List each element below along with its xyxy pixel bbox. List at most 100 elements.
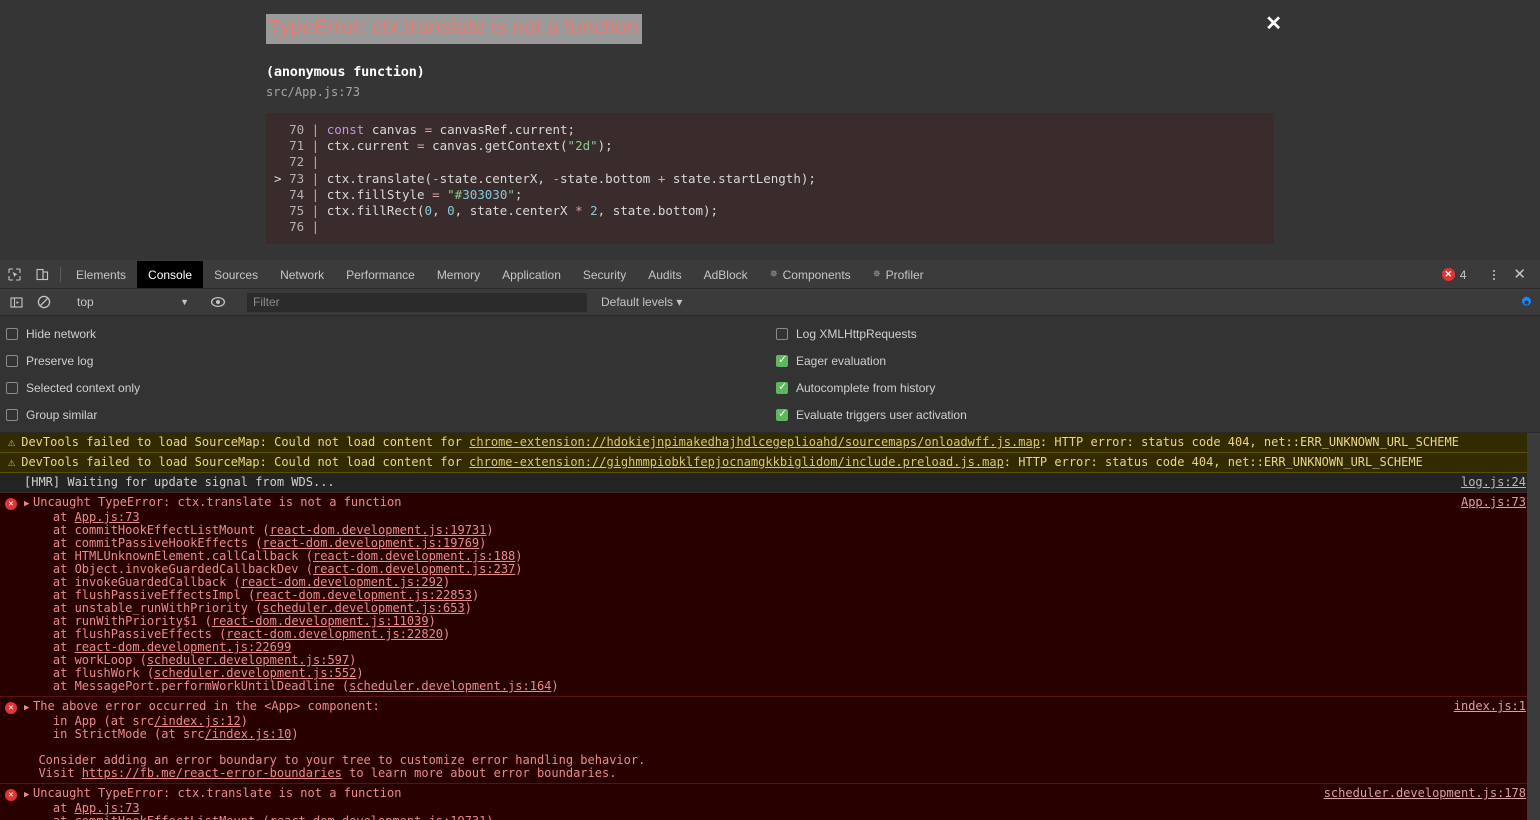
tab-label: Profiler <box>885 267 924 282</box>
setting-eager-evaluation[interactable]: Eager evaluation <box>776 354 967 368</box>
setting-group-similar[interactable]: Group similar <box>6 408 776 422</box>
source-link[interactable]: chrome-extension://hdokiejnpimakedhajhdl… <box>469 435 1040 449</box>
tab-profiler[interactable]: ✵ Profiler <box>862 261 935 288</box>
error-count-badge[interactable]: ✕ 4 <box>1436 268 1473 282</box>
setting-label: Eager evaluation <box>796 354 887 368</box>
source-link[interactable]: react-dom.development.js:19731 <box>270 814 487 820</box>
tab-components[interactable]: ✵ Components <box>759 261 862 288</box>
checkbox-icon[interactable] <box>6 328 18 340</box>
source-link[interactable]: scheduler.development.js:552 <box>154 666 356 680</box>
console-scrollbar[interactable] <box>1527 433 1540 820</box>
source-link[interactable]: react-dom.development.js:188 <box>313 549 515 563</box>
source-link[interactable]: https://fb.me/react-error-boundaries <box>82 766 342 780</box>
tab-application[interactable]: Application <box>491 261 572 288</box>
execution-context-select[interactable]: top ▼ <box>67 295 195 309</box>
live-expression-eye-icon[interactable] <box>204 295 232 309</box>
console-message-warn[interactable]: ⚠ DevTools failed to load SourceMap: Coul… <box>0 433 1540 453</box>
source-link[interactable]: react-dom.development.js:22820 <box>226 627 443 641</box>
warning-icon: ⚠ <box>8 435 16 449</box>
source-link[interactable]: /index.js:10 <box>205 727 292 741</box>
source-link[interactable]: react-dom.development.js:237 <box>313 562 515 576</box>
tab-elements[interactable]: Elements <box>65 261 137 288</box>
checkbox-icon[interactable] <box>776 381 788 394</box>
devtools-window: TypeError: ctx.translate is not a functi… <box>0 0 1540 820</box>
tab-sources[interactable]: Sources <box>203 261 269 288</box>
checkbox-icon[interactable] <box>776 408 788 421</box>
source-link[interactable]: react-dom.development.js:19731 <box>270 523 487 537</box>
console-message-error[interactable]: ✕ ▶ Uncaught TypeError: ctx.translate is n… <box>0 784 1540 820</box>
setting-label: Log XMLHttpRequests <box>796 327 917 341</box>
tab-label: Audits <box>648 267 682 282</box>
setting-hide-network[interactable]: Hide network <box>6 327 776 341</box>
source-link[interactable]: react-dom.development.js:11039 <box>212 614 429 628</box>
overlay-frame-location: src/App.js:73 <box>266 85 360 99</box>
console-settings-gear-icon[interactable] <box>1519 295 1534 310</box>
setting-autocomplete-from-history[interactable]: Autocomplete from history <box>776 381 967 395</box>
setting-label: Autocomplete from history <box>796 381 936 395</box>
console-sidebar-icon[interactable] <box>2 296 30 309</box>
checkbox-icon[interactable] <box>776 328 788 340</box>
message-source-link[interactable]: App.js:73 <box>1461 496 1526 509</box>
message-source-link[interactable]: log.js:24 <box>1461 476 1526 489</box>
setting-evaluate-triggers-user-activation[interactable]: Evaluate triggers user activation <box>776 408 967 422</box>
overlay-code-line: 70 | const canvas = canvasRef.current; <box>289 122 576 137</box>
more-options-icon[interactable] <box>1485 269 1503 280</box>
console-message-error[interactable]: ✕ ▶ The above error occurred in the <App> … <box>0 697 1540 784</box>
source-link[interactable]: react-dom.development.js:292 <box>241 575 443 589</box>
overlay-error-title: TypeError: ctx.translate is not a functi… <box>266 14 643 44</box>
source-link[interactable]: scheduler.development.js:164 <box>349 679 551 693</box>
setting-preserve-log[interactable]: Preserve log <box>6 354 776 368</box>
tab-security[interactable]: Security <box>572 261 637 288</box>
devtools-close-icon[interactable]: ✕ <box>1505 267 1534 282</box>
checkbox-icon[interactable] <box>6 382 18 394</box>
message-source-link[interactable]: scheduler.development.js:178 <box>1324 787 1526 800</box>
source-link[interactable]: scheduler.development.js:597 <box>147 653 349 667</box>
source-link[interactable]: chrome-extension://gighmmpiobklfepjocnam… <box>469 455 1004 469</box>
source-link[interactable]: react-dom.development.js:19769 <box>262 536 479 550</box>
console-message-info[interactable]: [HMR] Waiting for update signal from WDS… <box>0 473 1540 493</box>
console-filter-input[interactable] <box>247 292 587 312</box>
source-link[interactable]: App.js:73 <box>75 801 140 815</box>
console-message-text: ⚠ DevTools failed to load SourceMap: Coul… <box>8 455 1423 469</box>
source-link[interactable]: /index.js:12 <box>154 714 241 728</box>
setting-selected-context-only[interactable]: Selected context only <box>6 381 776 395</box>
react-logo-icon: ✵ <box>872 268 882 280</box>
console-message-error[interactable]: ✕ ▶ Uncaught TypeError: ctx.translate is n… <box>0 493 1540 697</box>
error-icon: ✕ <box>5 702 17 714</box>
overlay-code-line: 71 | ctx.current = canvas.getContext("2d… <box>289 138 613 154</box>
source-link[interactable]: react-dom.development.js:22853 <box>255 588 472 602</box>
message-source-link[interactable]: index.js:1 <box>1454 700 1526 713</box>
source-link[interactable]: scheduler.development.js:653 <box>262 601 464 615</box>
error-count-value: 4 <box>1459 267 1467 282</box>
console-settings-panel: Hide network Preserve log Selected context… <box>0 316 1540 433</box>
inspect-element-icon[interactable] <box>0 261 28 288</box>
tabbar-divider <box>60 267 61 282</box>
console-message-list[interactable]: ⚠ DevTools failed to load SourceMap: Coul… <box>0 433 1540 820</box>
device-toolbar-icon[interactable] <box>28 261 56 288</box>
checkbox-icon[interactable] <box>6 355 18 367</box>
overlay-code-line: 74 | ctx.fillStyle = "#303030"; <box>289 186 523 202</box>
clear-console-icon[interactable] <box>30 295 58 309</box>
devtools-tabbar-right: ✕ 4 ✕ <box>1436 261 1540 288</box>
console-message-text: ⚠ DevTools failed to load SourceMap: Coul… <box>8 435 1459 449</box>
console-message-warn[interactable]: ⚠ DevTools failed to load SourceMap: Coul… <box>0 453 1540 473</box>
console-stack-line: in StrictMode (at src/index.js:10) <box>24 727 299 741</box>
source-link[interactable]: App.js:73 <box>75 510 140 524</box>
overlay-code-line: > 73 | ctx.translate(-state.centerX, -st… <box>266 170 1274 187</box>
overlay-code-block: 70 | const canvas = canvasRef.current; 7… <box>266 113 1274 245</box>
tab-memory[interactable]: Memory <box>426 261 491 288</box>
tab-audits[interactable]: Audits <box>637 261 692 288</box>
checkbox-icon[interactable] <box>6 409 18 421</box>
tab-adblock[interactable]: AdBlock <box>693 261 759 288</box>
console-stack-line: at MessagePort.performWorkUntilDeadline … <box>24 679 559 693</box>
tab-performance[interactable]: Performance <box>335 261 426 288</box>
tab-network[interactable]: Network <box>269 261 335 288</box>
log-levels-dropdown[interactable]: Default levels ▾ <box>601 295 682 309</box>
checkbox-icon[interactable] <box>776 354 788 367</box>
error-icon: ✕ <box>5 498 17 510</box>
tab-label: Elements <box>76 267 127 282</box>
setting-log-xmlhttprequests[interactable]: Log XMLHttpRequests <box>776 327 967 341</box>
source-link[interactable]: react-dom.development.js:22699 <box>75 640 292 654</box>
tab-console[interactable]: Console <box>137 261 204 288</box>
overlay-close-icon[interactable]: ✕ <box>1265 14 1282 34</box>
